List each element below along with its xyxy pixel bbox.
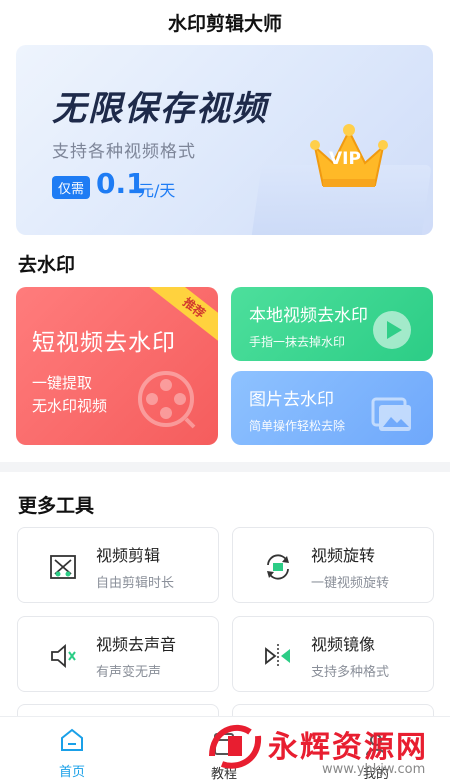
short-video-watermark-card[interactable]: 推荐 短视频去水印 一键提取 无水印视频 xyxy=(16,287,218,445)
watermark-text: 永辉资源网 xyxy=(268,730,428,765)
local-video-title: 本地视频去水印 xyxy=(249,306,368,326)
tool-name: 视频剪辑 xyxy=(96,546,161,565)
vip-badge: VIP xyxy=(329,149,361,169)
watermark-logo-icon xyxy=(209,725,262,769)
home-icon xyxy=(61,728,83,751)
film-reel-icon xyxy=(138,371,196,429)
tool-name: 视频去声音 xyxy=(96,635,177,654)
short-video-title: 短视频去水印 xyxy=(32,330,176,356)
short-video-line1: 一键提取 xyxy=(32,374,93,392)
tool-name: 视频旋转 xyxy=(311,546,376,565)
local-video-subtitle: 手指一抹去掉水印 xyxy=(249,335,346,349)
section-title-tools: 更多工具 xyxy=(18,495,95,517)
tool-desc: 支持多种格式 xyxy=(311,665,390,680)
tool-desc: 自由剪辑时长 xyxy=(96,576,175,591)
watermark-url: www.yhkjw.com xyxy=(322,762,426,777)
app-title: 水印剪辑大师 xyxy=(167,12,282,35)
mute-icon xyxy=(51,644,76,668)
tool-video-mirror[interactable]: 视频镜像 支持多种格式 xyxy=(232,616,434,692)
nav-home[interactable]: 首页 xyxy=(22,717,122,782)
tool-video-mute[interactable]: 视频去声音 有声变无声 xyxy=(17,616,219,692)
short-video-line2: 无水印视频 xyxy=(32,397,108,415)
play-icon xyxy=(373,311,411,349)
nav-home-label: 首页 xyxy=(58,765,85,780)
image-watermark-title: 图片去水印 xyxy=(249,390,334,410)
price-unit: 元/天 xyxy=(138,181,176,200)
watermark-overlay: 永辉资源网 www.yhkjw.com xyxy=(204,712,450,781)
tool-video-rotate[interactable]: 视频旋转 一键视频旋转 xyxy=(232,527,434,603)
section-title-watermark: 去水印 xyxy=(18,254,76,276)
tool-desc: 有声变无声 xyxy=(96,665,162,680)
mirror-icon xyxy=(265,644,290,668)
rotate-icon xyxy=(267,554,289,580)
picture-icon xyxy=(371,397,411,431)
tool-name: 视频镜像 xyxy=(311,635,376,654)
tool-desc: 一键视频旋转 xyxy=(311,576,390,591)
tool-video-cut[interactable]: 视频剪辑 自由剪辑时长 xyxy=(17,527,219,603)
local-video-watermark-card[interactable]: 本地视频去水印 手指一抹去掉水印 xyxy=(231,287,433,361)
image-watermark-card[interactable]: 图片去水印 简单操作轻松去除 xyxy=(231,371,433,445)
price-prefix: 仅需 xyxy=(52,176,91,199)
banner-headline: 无限保存视频 xyxy=(52,89,268,129)
image-watermark-subtitle: 简单操作轻松去除 xyxy=(249,419,346,433)
vip-banner[interactable]: 无限保存视频 支持各种视频格式 仅需 0.1 元/天 VIP xyxy=(16,45,433,235)
scissors-icon xyxy=(50,555,76,579)
section-divider xyxy=(0,462,450,472)
banner-subtitle: 支持各种视频格式 xyxy=(52,142,196,162)
